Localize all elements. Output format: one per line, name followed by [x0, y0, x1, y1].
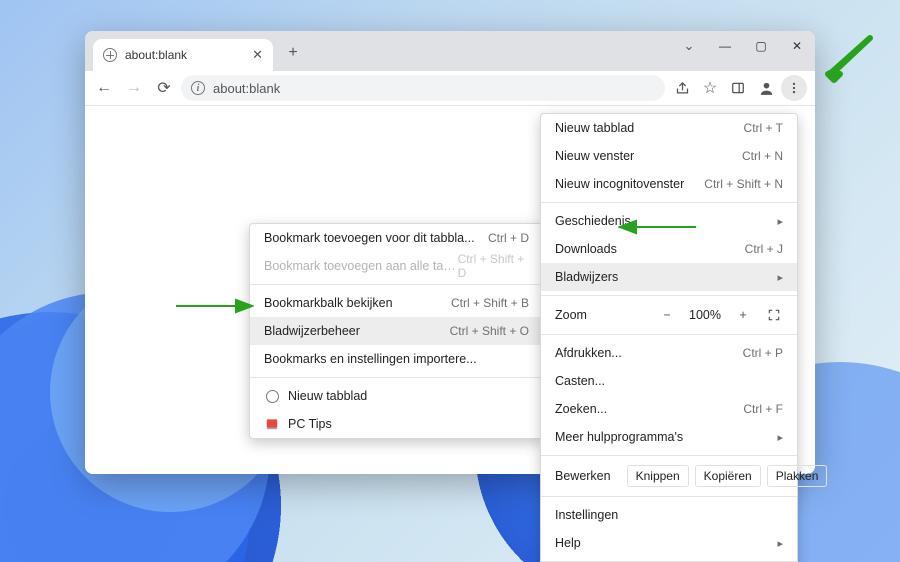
zoom-in-button[interactable]: + — [733, 308, 753, 322]
submenu-show-bookmark-bar[interactable]: Bookmarkbalk bekijkenCtrl + Shift + B — [250, 289, 543, 317]
address-bar[interactable]: i about:blank — [181, 75, 665, 101]
main-menu: Nieuw tabbladCtrl + T Nieuw vensterCtrl … — [540, 113, 798, 562]
site-info-icon[interactable]: i — [191, 81, 205, 95]
submenu-import-bookmarks[interactable]: Bookmarks en instellingen importere... — [250, 345, 543, 373]
window-controls: ⌄ — ▢ ✕ — [671, 31, 815, 61]
globe-icon — [264, 388, 280, 404]
annotation-arrow — [618, 217, 698, 237]
copy-button[interactable]: Kopiëren — [695, 465, 761, 487]
site-favicon-icon — [264, 416, 280, 432]
side-panel-icon[interactable] — [725, 75, 751, 101]
menu-item-new-tab[interactable]: Nieuw tabbladCtrl + T — [541, 114, 797, 142]
tab-strip: about:blank ✕ + ⌄ — ▢ ✕ — [85, 31, 815, 71]
minimize-button[interactable]: — — [707, 31, 743, 61]
menu-item-cast[interactable]: Casten... — [541, 367, 797, 395]
menu-item-edit: Bewerken Knippen Kopiëren Plakken — [541, 460, 797, 492]
reload-button[interactable]: ⟳ — [151, 75, 177, 101]
paste-button[interactable]: Plakken — [767, 465, 828, 487]
menu-item-print[interactable]: Afdrukken...Ctrl + P — [541, 339, 797, 367]
menu-item-zoom: Zoom − 100% + — [541, 300, 797, 330]
bookmark-entry[interactable]: PC Tips — [250, 410, 543, 438]
bookmark-star-icon[interactable]: ☆ — [697, 75, 723, 101]
menu-item-bookmarks[interactable]: Bladwijzers▸ — [541, 263, 797, 291]
submenu-bookmark-this-tab[interactable]: Bookmark toevoegen voor dit tabbla...Ctr… — [250, 224, 543, 252]
new-tab-button[interactable]: + — [279, 39, 307, 67]
globe-icon — [103, 48, 117, 62]
chevron-right-icon: ▸ — [777, 215, 783, 228]
menu-item-downloads[interactable]: DownloadsCtrl + J — [541, 235, 797, 263]
tab-title: about:blank — [125, 48, 244, 62]
bookmarks-submenu: Bookmark toevoegen voor dit tabbla...Ctr… — [249, 223, 544, 439]
chevron-right-icon: ▸ — [777, 431, 783, 444]
share-icon[interactable] — [669, 75, 695, 101]
tab-search-button[interactable]: ⌄ — [671, 31, 707, 61]
menu-item-more-tools[interactable]: Meer hulpprogramma's▸ — [541, 423, 797, 451]
forward-button[interactable]: → — [121, 75, 147, 101]
toolbar: ← → ⟳ i about:blank ☆ — [85, 71, 815, 106]
menu-item-new-window[interactable]: Nieuw vensterCtrl + N — [541, 142, 797, 170]
menu-item-settings[interactable]: Instellingen — [541, 501, 797, 529]
kebab-menu-button[interactable] — [781, 75, 807, 101]
close-icon[interactable]: ✕ — [252, 47, 263, 63]
annotation-arrow — [820, 30, 880, 90]
browser-tab[interactable]: about:blank ✕ — [93, 39, 273, 71]
menu-item-help[interactable]: Help▸ — [541, 529, 797, 557]
maximize-button[interactable]: ▢ — [743, 31, 779, 61]
submenu-bookmark-all-tabs[interactable]: Bookmark toevoegen aan alle tabbla...Ctr… — [250, 252, 543, 280]
annotation-arrow — [174, 296, 254, 316]
zoom-out-button[interactable]: − — [657, 308, 677, 322]
fullscreen-icon[interactable] — [765, 306, 783, 324]
chevron-right-icon: ▸ — [777, 271, 783, 284]
submenu-bookmark-manager[interactable]: BladwijzerbeheerCtrl + Shift + O — [250, 317, 543, 345]
zoom-value: 100% — [689, 308, 721, 322]
menu-item-new-incognito[interactable]: Nieuw incognitovensterCtrl + Shift + N — [541, 170, 797, 198]
cut-button[interactable]: Knippen — [627, 465, 689, 487]
bookmark-entry[interactable]: Nieuw tabblad — [250, 382, 543, 410]
back-button[interactable]: ← — [91, 75, 117, 101]
chevron-right-icon: ▸ — [777, 537, 783, 550]
menu-item-find[interactable]: Zoeken...Ctrl + F — [541, 395, 797, 423]
profile-icon[interactable] — [753, 75, 779, 101]
address-text: about:blank — [213, 81, 280, 96]
close-window-button[interactable]: ✕ — [779, 31, 815, 61]
